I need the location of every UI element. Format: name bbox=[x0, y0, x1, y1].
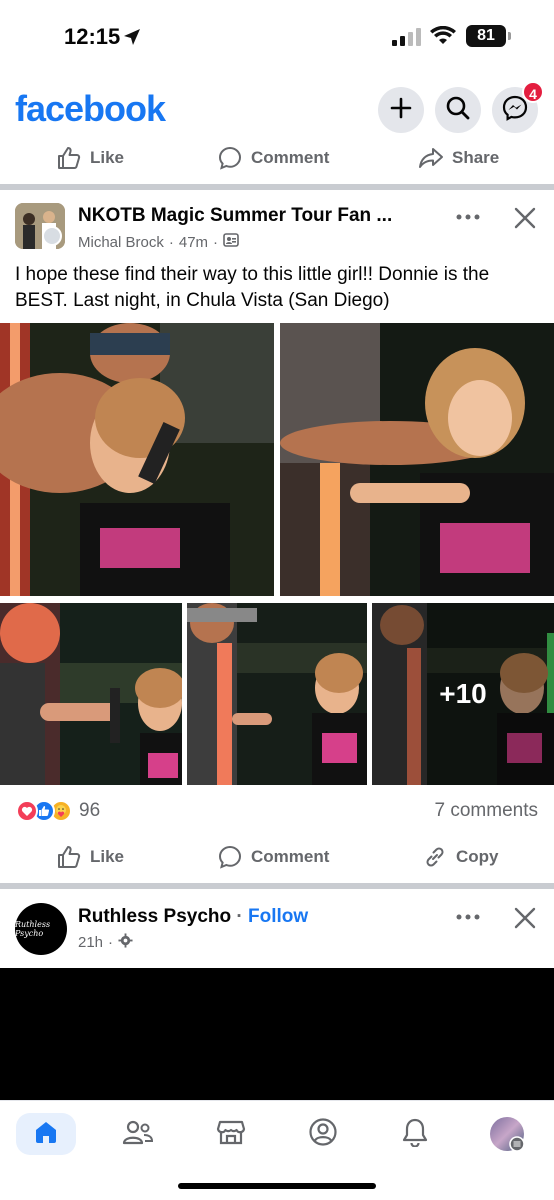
reaction-summary[interactable]: 96 bbox=[16, 800, 100, 822]
post-like-button[interactable]: Like bbox=[56, 835, 124, 879]
post2-media[interactable] bbox=[0, 968, 554, 1100]
status-bar: 12:15 81 bbox=[0, 0, 554, 74]
messenger-badge: 4 bbox=[522, 81, 544, 103]
copy-link-icon bbox=[422, 844, 448, 870]
nav-friends[interactable] bbox=[108, 1113, 168, 1155]
messenger-button[interactable]: 4 bbox=[492, 81, 544, 133]
love-reaction-icon bbox=[16, 800, 38, 822]
nav-marketplace[interactable] bbox=[201, 1113, 261, 1155]
search-button[interactable] bbox=[435, 87, 481, 133]
battery-tip bbox=[508, 32, 511, 40]
comment-label: Comment bbox=[251, 148, 330, 167]
post-copy-button[interactable]: Copy bbox=[422, 835, 499, 879]
author-name[interactable]: Michal Brock bbox=[78, 234, 164, 251]
comment-button[interactable]: Comment bbox=[217, 136, 329, 180]
feed-divider bbox=[0, 184, 554, 190]
page-name[interactable]: Ruthless Psycho bbox=[78, 906, 231, 927]
post-comment-button[interactable]: Comment bbox=[217, 835, 329, 879]
wifi-icon bbox=[430, 25, 456, 51]
post-photo-1[interactable] bbox=[0, 323, 274, 596]
marketplace-icon bbox=[216, 1118, 246, 1151]
search-icon bbox=[445, 95, 471, 126]
follow-button[interactable]: Follow bbox=[248, 906, 308, 927]
status-time: 12:15 bbox=[64, 24, 121, 49]
close-icon[interactable] bbox=[514, 207, 536, 234]
group-privacy-icon bbox=[223, 232, 239, 252]
settings-icon bbox=[118, 933, 133, 952]
battery-level: 81 bbox=[466, 25, 506, 47]
comment-label: Comment bbox=[251, 847, 330, 866]
plus-icon bbox=[389, 96, 413, 125]
home-indicator bbox=[178, 1183, 376, 1189]
post-photo-4[interactable] bbox=[187, 603, 367, 785]
home-icon bbox=[32, 1118, 60, 1151]
more-icon[interactable] bbox=[453, 207, 483, 227]
post-actions: Like Comment Copy bbox=[0, 835, 554, 879]
feed-divider bbox=[0, 883, 554, 889]
meta-separator: · bbox=[213, 233, 219, 251]
share-icon bbox=[418, 145, 444, 171]
meta-separator: · bbox=[108, 934, 114, 951]
copy-label: Copy bbox=[456, 847, 499, 866]
menu-avatar bbox=[489, 1116, 525, 1152]
comment-icon bbox=[217, 844, 243, 870]
like-icon bbox=[56, 844, 82, 870]
more-icon[interactable] bbox=[453, 907, 483, 927]
share-label: Share bbox=[452, 148, 500, 167]
nav-notifications[interactable] bbox=[385, 1113, 445, 1155]
close-icon[interactable] bbox=[514, 907, 536, 934]
nav-profile[interactable] bbox=[293, 1113, 353, 1155]
post-photo-5[interactable]: +10 bbox=[372, 603, 554, 785]
like-icon bbox=[56, 145, 82, 171]
like-label: Like bbox=[90, 847, 125, 866]
bell-icon bbox=[401, 1117, 429, 1152]
page-avatar-text: Ruthless Psycho bbox=[15, 920, 51, 938]
name-separator: · bbox=[231, 906, 248, 927]
location-arrow-icon bbox=[122, 27, 142, 52]
group-avatar[interactable] bbox=[15, 203, 65, 249]
nav-menu[interactable] bbox=[477, 1113, 537, 1155]
friends-icon bbox=[122, 1118, 154, 1151]
post-time[interactable]: 47m bbox=[179, 234, 208, 251]
signal-icon bbox=[392, 28, 422, 51]
post-text: I hope these find their way to this litt… bbox=[15, 264, 490, 311]
nav-home[interactable] bbox=[16, 1113, 76, 1155]
previous-post-actions: Like Comment Share bbox=[0, 136, 554, 180]
more-photos-count[interactable]: +10 bbox=[372, 603, 554, 785]
group-name[interactable]: NKOTB Magic Summer Tour Fan ... bbox=[78, 205, 392, 227]
facebook-logo[interactable]: facebook bbox=[15, 88, 166, 130]
meta-separator: · bbox=[168, 233, 174, 251]
like-button[interactable]: Like bbox=[56, 136, 124, 180]
profile-icon bbox=[308, 1117, 338, 1152]
page-name-row: Ruthless Psycho · Follow bbox=[78, 906, 308, 928]
like-label: Like bbox=[90, 148, 125, 167]
page-avatar[interactable]: Ruthless Psycho bbox=[15, 903, 67, 955]
reaction-count: 96 bbox=[79, 800, 101, 821]
comments-count[interactable]: 7 comments bbox=[435, 800, 538, 822]
post2-time[interactable]: 21h bbox=[78, 934, 103, 951]
share-button[interactable]: Share bbox=[418, 136, 499, 180]
post-photo-2[interactable] bbox=[280, 323, 554, 596]
post-meta: Michal Brock · 47m · bbox=[78, 232, 239, 252]
comment-icon bbox=[217, 145, 243, 171]
create-button[interactable] bbox=[378, 87, 424, 133]
post-photo-3[interactable] bbox=[0, 603, 182, 785]
post2-meta: 21h · bbox=[78, 933, 133, 952]
